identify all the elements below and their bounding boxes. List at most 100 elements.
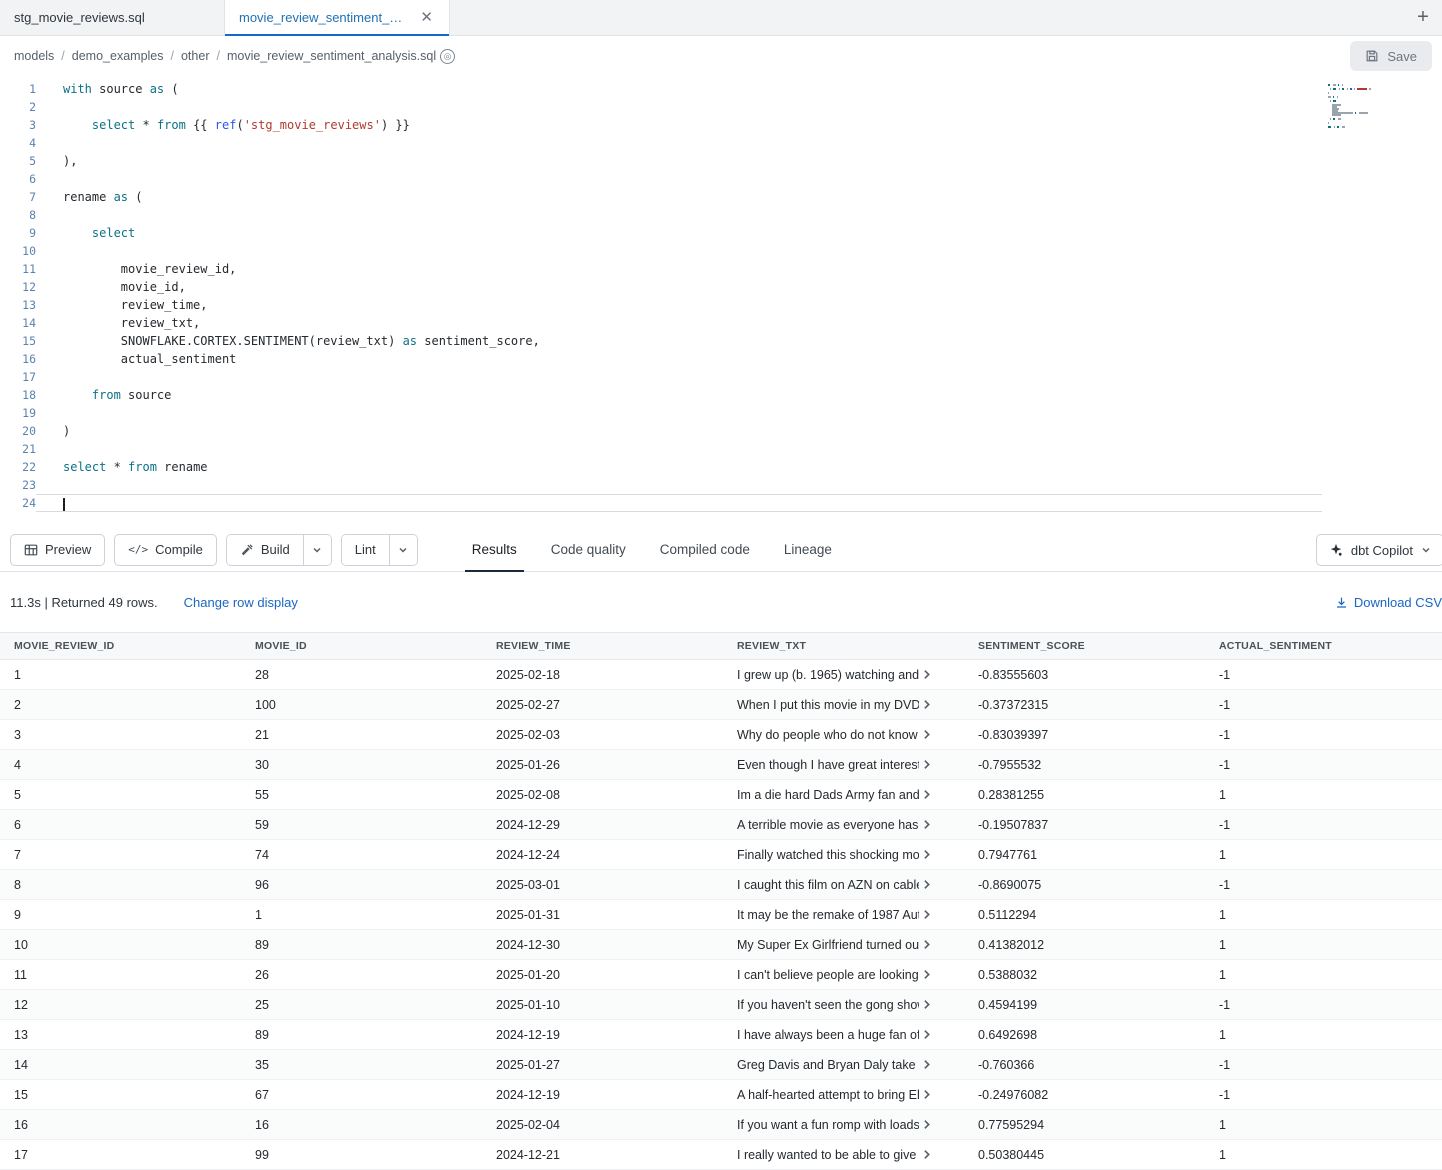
code-line: 9 select: [0, 224, 1442, 242]
expand-cell-button[interactable]: [919, 849, 934, 860]
expand-cell-button[interactable]: [919, 1059, 934, 1070]
table-row: 1282025-02-18I grew up (b. 1965) watchin…: [0, 660, 1442, 690]
breadcrumb-segment[interactable]: demo_examples: [72, 49, 164, 63]
expand-cell-button[interactable]: [919, 999, 934, 1010]
lint-label: Lint: [355, 542, 376, 557]
tab-label: stg_movie_reviews.sql: [14, 10, 210, 25]
expand-cell-button[interactable]: [919, 909, 934, 920]
chevron-down-icon: [398, 545, 408, 555]
cell-movie_id: 100: [241, 698, 482, 712]
table-row: 5552025-02-08Im a die hard Dads Army fan…: [0, 780, 1442, 810]
expand-cell-button[interactable]: [919, 1089, 934, 1100]
cell-review_txt: It may be the remake of 1987 Autumn'…: [723, 908, 964, 922]
build-button[interactable]: Build: [227, 535, 303, 565]
breadcrumb-segment[interactable]: movie_review_sentiment_analysis.sql: [227, 49, 436, 63]
review-text: If you haven't seen the gong show TV s…: [737, 998, 919, 1012]
tab-movie-review-sentiment[interactable]: movie_review_sentiment_… ✕: [225, 0, 450, 35]
cell-actual_sentiment: -1: [1205, 1058, 1442, 1072]
lint-button[interactable]: Lint: [342, 535, 389, 565]
cell-actual_sentiment: 1: [1205, 1118, 1442, 1132]
expand-cell-button[interactable]: [919, 1029, 934, 1040]
code-line-content: [36, 170, 1322, 188]
dbt-copilot-icon: [1329, 543, 1343, 557]
code-line-content: [36, 494, 1322, 512]
expand-cell-button[interactable]: [919, 1149, 934, 1160]
expand-cell-button[interactable]: [919, 939, 934, 950]
result-tab-code-quality[interactable]: Code quality: [534, 528, 643, 572]
breadcrumb-segment[interactable]: other: [181, 49, 210, 63]
cell-actual_sentiment: -1: [1205, 668, 1442, 682]
cell-review_time: 2024-12-19: [482, 1028, 723, 1042]
review-text: When I put this movie in my DVD playe…: [737, 698, 919, 712]
expand-cell-button[interactable]: [919, 669, 934, 680]
save-button[interactable]: Save: [1350, 41, 1432, 71]
line-number: 2: [0, 98, 36, 116]
cell-movie_review_id: 2: [0, 698, 241, 712]
change-row-display-link[interactable]: Change row display: [184, 595, 298, 610]
cell-review_time: 2025-02-18: [482, 668, 723, 682]
code-line: 7rename as (: [0, 188, 1442, 206]
chevron-right-icon: [921, 1119, 932, 1130]
download-csv-link[interactable]: Download CSV: [1335, 595, 1442, 610]
cell-sentiment_score: -0.8690075: [964, 878, 1205, 892]
preview-table-icon: [24, 543, 38, 557]
expand-cell-button[interactable]: [919, 879, 934, 890]
review-text: I can't believe people are looking for a…: [737, 968, 919, 982]
cell-movie_id: 26: [241, 968, 482, 982]
tab-stg-movie-reviews[interactable]: stg_movie_reviews.sql: [0, 0, 225, 35]
expand-cell-button[interactable]: [919, 969, 934, 980]
dbt-ide-window: stg_movie_reviews.sql movie_review_senti…: [0, 0, 1442, 1170]
cell-movie_review_id: 12: [0, 998, 241, 1012]
line-number: 23: [0, 476, 36, 494]
expand-cell-button[interactable]: [919, 1119, 934, 1130]
table-row: 11262025-01-20I can't believe people are…: [0, 960, 1442, 990]
editor-minimap[interactable]: [1328, 84, 1400, 132]
table-row: 912025-01-31It may be the remake of 1987…: [0, 900, 1442, 930]
cell-movie_review_id: 5: [0, 788, 241, 802]
editor-tab-bar: stg_movie_reviews.sql movie_review_senti…: [0, 0, 1442, 36]
close-tab-icon[interactable]: ✕: [418, 9, 435, 26]
tab-label: movie_review_sentiment_…: [239, 10, 410, 25]
line-number: 8: [0, 206, 36, 224]
code-line-content: [36, 98, 1322, 116]
expand-cell-button[interactable]: [919, 819, 934, 830]
cell-sentiment_score: -0.83039397: [964, 728, 1205, 742]
cell-sentiment_score: 0.5112294: [964, 908, 1205, 922]
result-tab-compiled-code[interactable]: Compiled code: [643, 528, 767, 572]
new-tab-button[interactable]: +: [1404, 0, 1442, 35]
expand-cell-button[interactable]: [919, 699, 934, 710]
cell-review_txt: I have always been a huge fan of "Hom…: [723, 1028, 964, 1042]
review-text: Finally watched this shocking movie la…: [737, 848, 919, 862]
table-row: 15672024-12-19A half-hearted attempt to …: [0, 1080, 1442, 1110]
preview-button[interactable]: Preview: [10, 534, 105, 566]
code-line: 8: [0, 206, 1442, 224]
lint-dropdown-toggle[interactable]: [389, 535, 417, 565]
code-editor[interactable]: 1with source as (23 select * from {{ ref…: [0, 76, 1442, 528]
code-line: 22select * from rename: [0, 458, 1442, 476]
cell-movie_review_id: 8: [0, 878, 241, 892]
code-line-content: [36, 368, 1322, 386]
expand-cell-button[interactable]: [919, 759, 934, 770]
result-tab-lineage[interactable]: Lineage: [767, 528, 849, 572]
build-dropdown-toggle[interactable]: [303, 535, 331, 565]
result-tab-results[interactable]: Results: [455, 528, 534, 572]
dbt-copilot-button[interactable]: dbt Copilot: [1316, 534, 1442, 566]
code-line: 2: [0, 98, 1442, 116]
cell-actual_sentiment: -1: [1205, 878, 1442, 892]
cell-review_time: 2025-01-31: [482, 908, 723, 922]
cell-movie_id: 21: [241, 728, 482, 742]
cell-sentiment_score: -0.7955532: [964, 758, 1205, 772]
line-number: 17: [0, 368, 36, 386]
cell-review_txt: Greg Davis and Bryan Daly take some …: [723, 1058, 964, 1072]
compile-button[interactable]: </> Compile: [114, 534, 217, 566]
expand-cell-button[interactable]: [919, 729, 934, 740]
cell-movie_id: 55: [241, 788, 482, 802]
expand-cell-button[interactable]: [919, 789, 934, 800]
file-options-icon[interactable]: ◎: [440, 49, 455, 64]
code-line-content: review_time,: [36, 296, 1322, 314]
cell-review_txt: If you want a fun romp with loads of s…: [723, 1118, 964, 1132]
code-line: 24: [0, 494, 1442, 512]
breadcrumb-segment[interactable]: models: [14, 49, 54, 63]
cell-sentiment_score: 0.28381255: [964, 788, 1205, 802]
code-line-content: SNOWFLAKE.CORTEX.SENTIMENT(review_txt) a…: [36, 332, 1322, 350]
